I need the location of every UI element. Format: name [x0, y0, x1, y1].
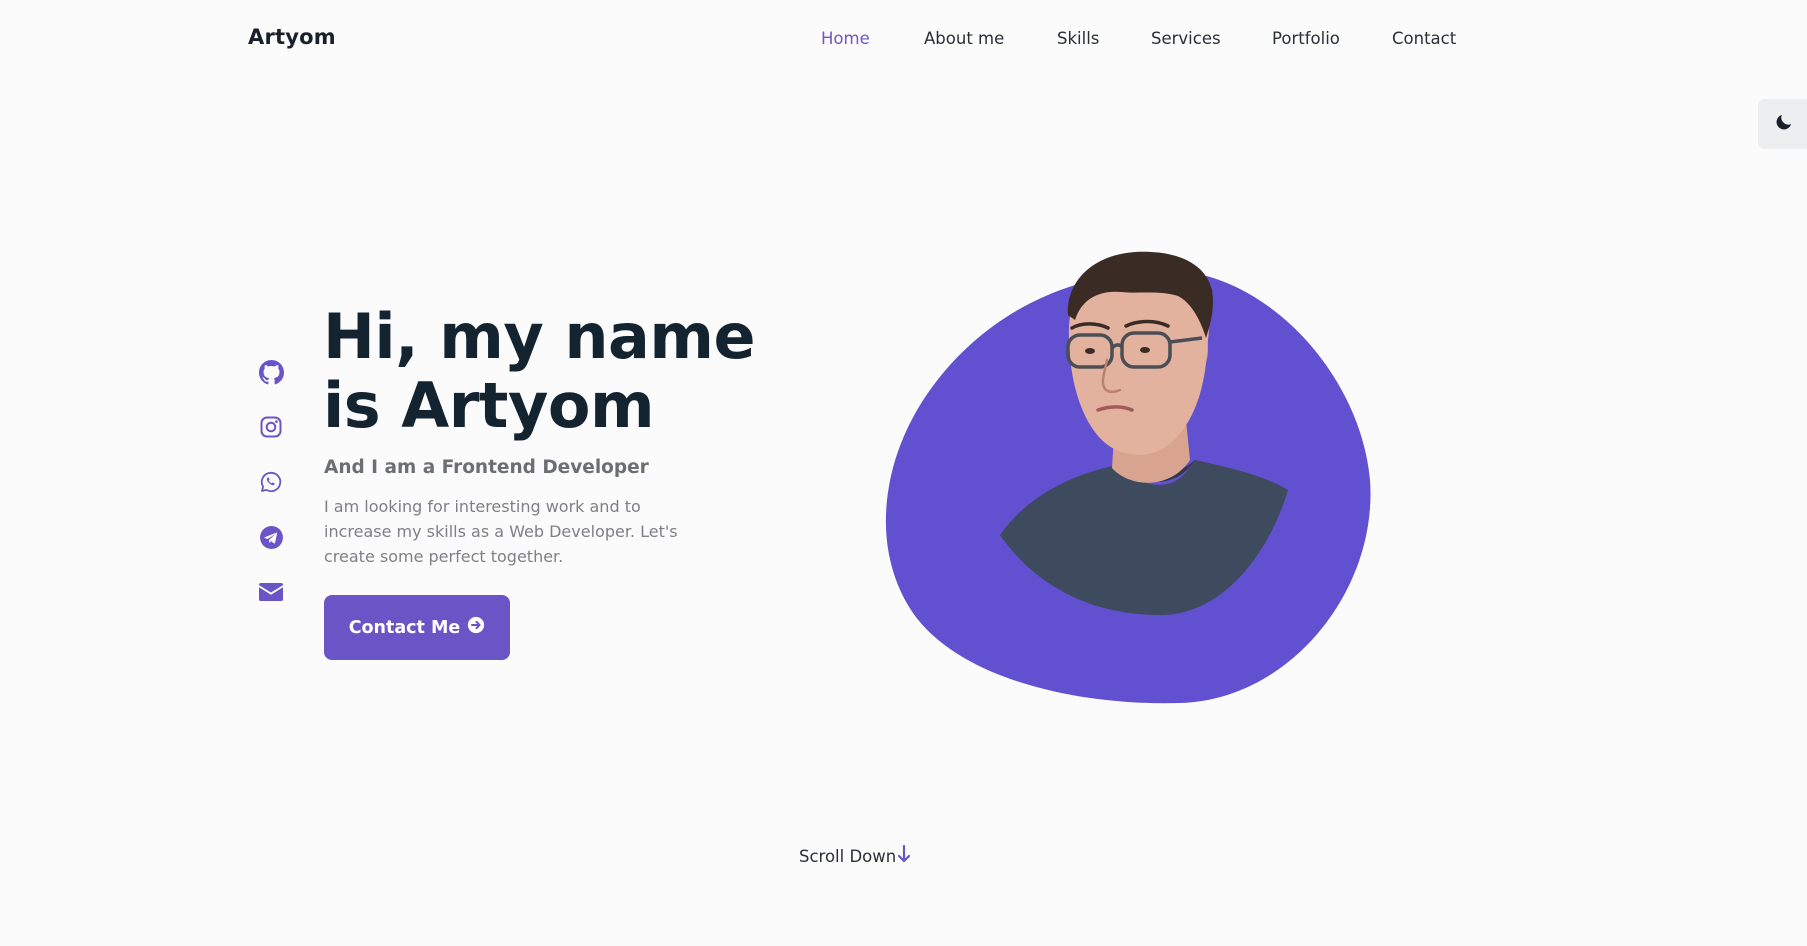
nav-portfolio[interactable]: Portfolio — [1272, 29, 1340, 48]
contact-me-button[interactable]: Contact Me — [324, 595, 510, 660]
nav-skills[interactable]: Skills — [1057, 29, 1099, 48]
github-link[interactable] — [257, 358, 285, 386]
hero-description: I am looking for interesting work and to… — [324, 497, 678, 566]
scroll-down-label: Scroll Down — [799, 846, 897, 866]
arrow-down-icon — [896, 844, 912, 868]
telegram-icon — [259, 525, 284, 550]
site-header: Artyom Home About me Skills Services Por… — [0, 0, 1807, 80]
whatsapp-link[interactable] — [257, 468, 285, 496]
arrow-circle-right-icon — [467, 616, 485, 639]
scroll-down-button[interactable]: Scroll Down — [799, 844, 912, 868]
theme-toggle-button[interactable] — [1758, 99, 1807, 149]
nav-services[interactable]: Services — [1151, 29, 1221, 48]
nav-about-me[interactable]: About me — [924, 29, 1004, 48]
moon-icon — [1774, 112, 1794, 136]
instagram-link[interactable] — [257, 413, 285, 441]
hero-image — [860, 210, 1380, 730]
nav-home[interactable]: Home — [821, 29, 870, 48]
site-logo[interactable]: Artyom — [248, 25, 336, 49]
email-icon — [258, 581, 284, 603]
hero-subtitle: And I am a Frontend Developer — [324, 457, 649, 478]
email-link[interactable] — [257, 578, 285, 606]
github-icon — [258, 359, 284, 385]
instagram-icon — [259, 415, 283, 439]
nav-contact[interactable]: Contact — [1392, 29, 1456, 48]
telegram-link[interactable] — [257, 523, 285, 551]
whatsapp-icon — [259, 470, 283, 494]
hero-title: Hi, my name is Artyom — [323, 300, 756, 442]
contact-me-label: Contact Me — [348, 617, 461, 638]
